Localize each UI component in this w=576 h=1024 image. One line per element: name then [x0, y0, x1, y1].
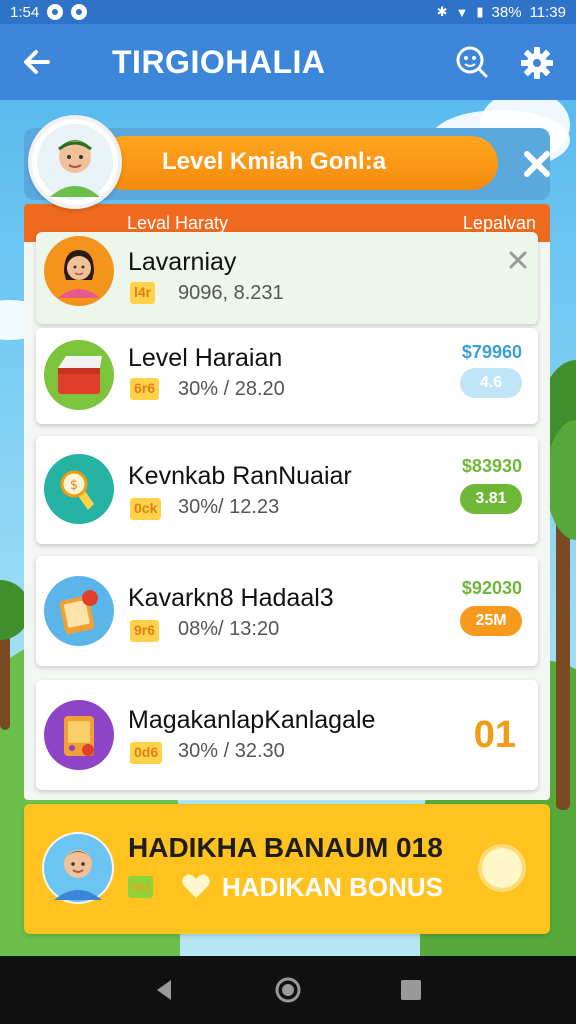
item-price: $83930 [461, 456, 522, 476]
boy-avatar-icon [37, 124, 113, 200]
item-badge: 6r6 [130, 378, 160, 400]
nav-home-button[interactable] [271, 973, 305, 1007]
bluetooth-icon: ✱ [436, 4, 448, 19]
status-left: 1:54 [10, 3, 88, 21]
back-button[interactable] [18, 44, 58, 80]
list-item[interactable]: Kavarkn8 Hadaal3 9r6 08%/ 13:20 $92030 2… [36, 556, 538, 666]
wifi-icon: ▼ [455, 4, 469, 20]
bonus-bar[interactable]: HADIKHA BANAUM 018 uu HADIKAN BONUS [24, 804, 550, 934]
player-avatar[interactable] [28, 115, 122, 209]
item-price-pill[interactable]: 25M [460, 606, 522, 636]
settings-button[interactable] [520, 46, 554, 80]
item-title: Kavarkn8 Hadaal3 [128, 584, 334, 612]
item-subtitle: 30% / 32.30 [178, 740, 285, 762]
treasure-chest-icon [44, 340, 114, 410]
app-bar: TIRGIOHALIA [0, 24, 576, 100]
back-arrow-icon [24, 50, 50, 74]
app-title: TIRGIOHALIA [112, 44, 326, 80]
face-search-icon [456, 46, 488, 78]
coin-icon [482, 848, 522, 888]
boy-avatar-icon [42, 832, 114, 904]
list-item[interactable]: Lavarniay l4r 9096, 8.231 [36, 232, 538, 324]
bonus-label: HADIKAN BONUS [222, 872, 443, 902]
face-search-button[interactable] [454, 44, 490, 80]
triangle-back-icon [157, 980, 172, 1000]
svg-text:$: $ [70, 478, 78, 493]
battery-text: 38% [491, 3, 522, 21]
bonus-title: HADIKHA BANAUM 018 [128, 832, 443, 863]
item-title: MagakanlapKanlagale [128, 706, 376, 734]
list-item[interactable]: $ Kevnkab RanNuaiar 0ck 30%/ 12.23 $8393… [36, 436, 538, 544]
medal-icon: $ [44, 454, 114, 524]
close-banner-button[interactable] [504, 128, 570, 200]
item-badge: l4r [130, 282, 156, 304]
square-recents-icon [400, 980, 421, 1000]
heart-icon [180, 870, 212, 902]
record-icon [71, 4, 88, 20]
level-banner-title: Level Kmiah Gonl:a [162, 148, 387, 175]
gift-card-icon [44, 576, 114, 646]
panel-header-right: Lepalvan [462, 213, 536, 233]
navigation-bar [0, 956, 576, 1024]
item-subtitle: 30%/ 12.23 [178, 496, 280, 518]
item-title: Lavarniay [128, 248, 237, 276]
nav-back-button[interactable] [148, 973, 182, 1007]
status-right: ✱ ▼ ▮ 38% 11:39 [437, 4, 566, 21]
gear-icon [521, 47, 553, 79]
clock-text: 11:39 [529, 3, 566, 21]
status-bar: 1:54 ✱ ▼ ▮ 38% 11:39 [0, 0, 576, 24]
item-title: Level Haraian [128, 344, 283, 372]
item-badge: 0ck [130, 498, 162, 520]
item-price: $92030 [461, 578, 522, 598]
record-icon [47, 4, 64, 20]
status-left-text: 1:54 [10, 3, 40, 21]
close-item-button[interactable] [506, 248, 530, 272]
item-count: 01 [473, 714, 516, 756]
bonus-badge: uu [128, 876, 154, 898]
nav-recents-button[interactable] [394, 973, 428, 1007]
item-subtitle: 30% / 28.20 [178, 378, 285, 400]
item-badge: 9r6 [130, 620, 160, 642]
item-price-pill[interactable]: 3.81 [460, 484, 522, 514]
item-subtitle: 9096, 8.231 [178, 282, 284, 304]
close-icon [509, 251, 527, 269]
item-subtitle: 08%/ 13:20 [178, 618, 280, 640]
signal-icon: ▮ [476, 4, 484, 19]
item-badge: 0d6 [130, 742, 163, 764]
item-price: $79960 [461, 342, 522, 362]
close-icon [524, 151, 550, 177]
list-item[interactable]: Level Haraian 6r6 30% / 28.20 $79960 4.6 [36, 328, 538, 424]
list-item[interactable]: MagakanlapKanlagale 0d6 30% / 32.30 01 [36, 680, 538, 790]
game-device-icon [44, 700, 114, 770]
item-price-pill[interactable]: 4.6 [460, 368, 522, 398]
panel-header-left: Leval Haraty [127, 213, 229, 233]
girl-avatar-icon [44, 236, 114, 306]
home-circle-icon [275, 977, 301, 1003]
item-title: Kevnkab RanNuaiar [128, 462, 352, 490]
